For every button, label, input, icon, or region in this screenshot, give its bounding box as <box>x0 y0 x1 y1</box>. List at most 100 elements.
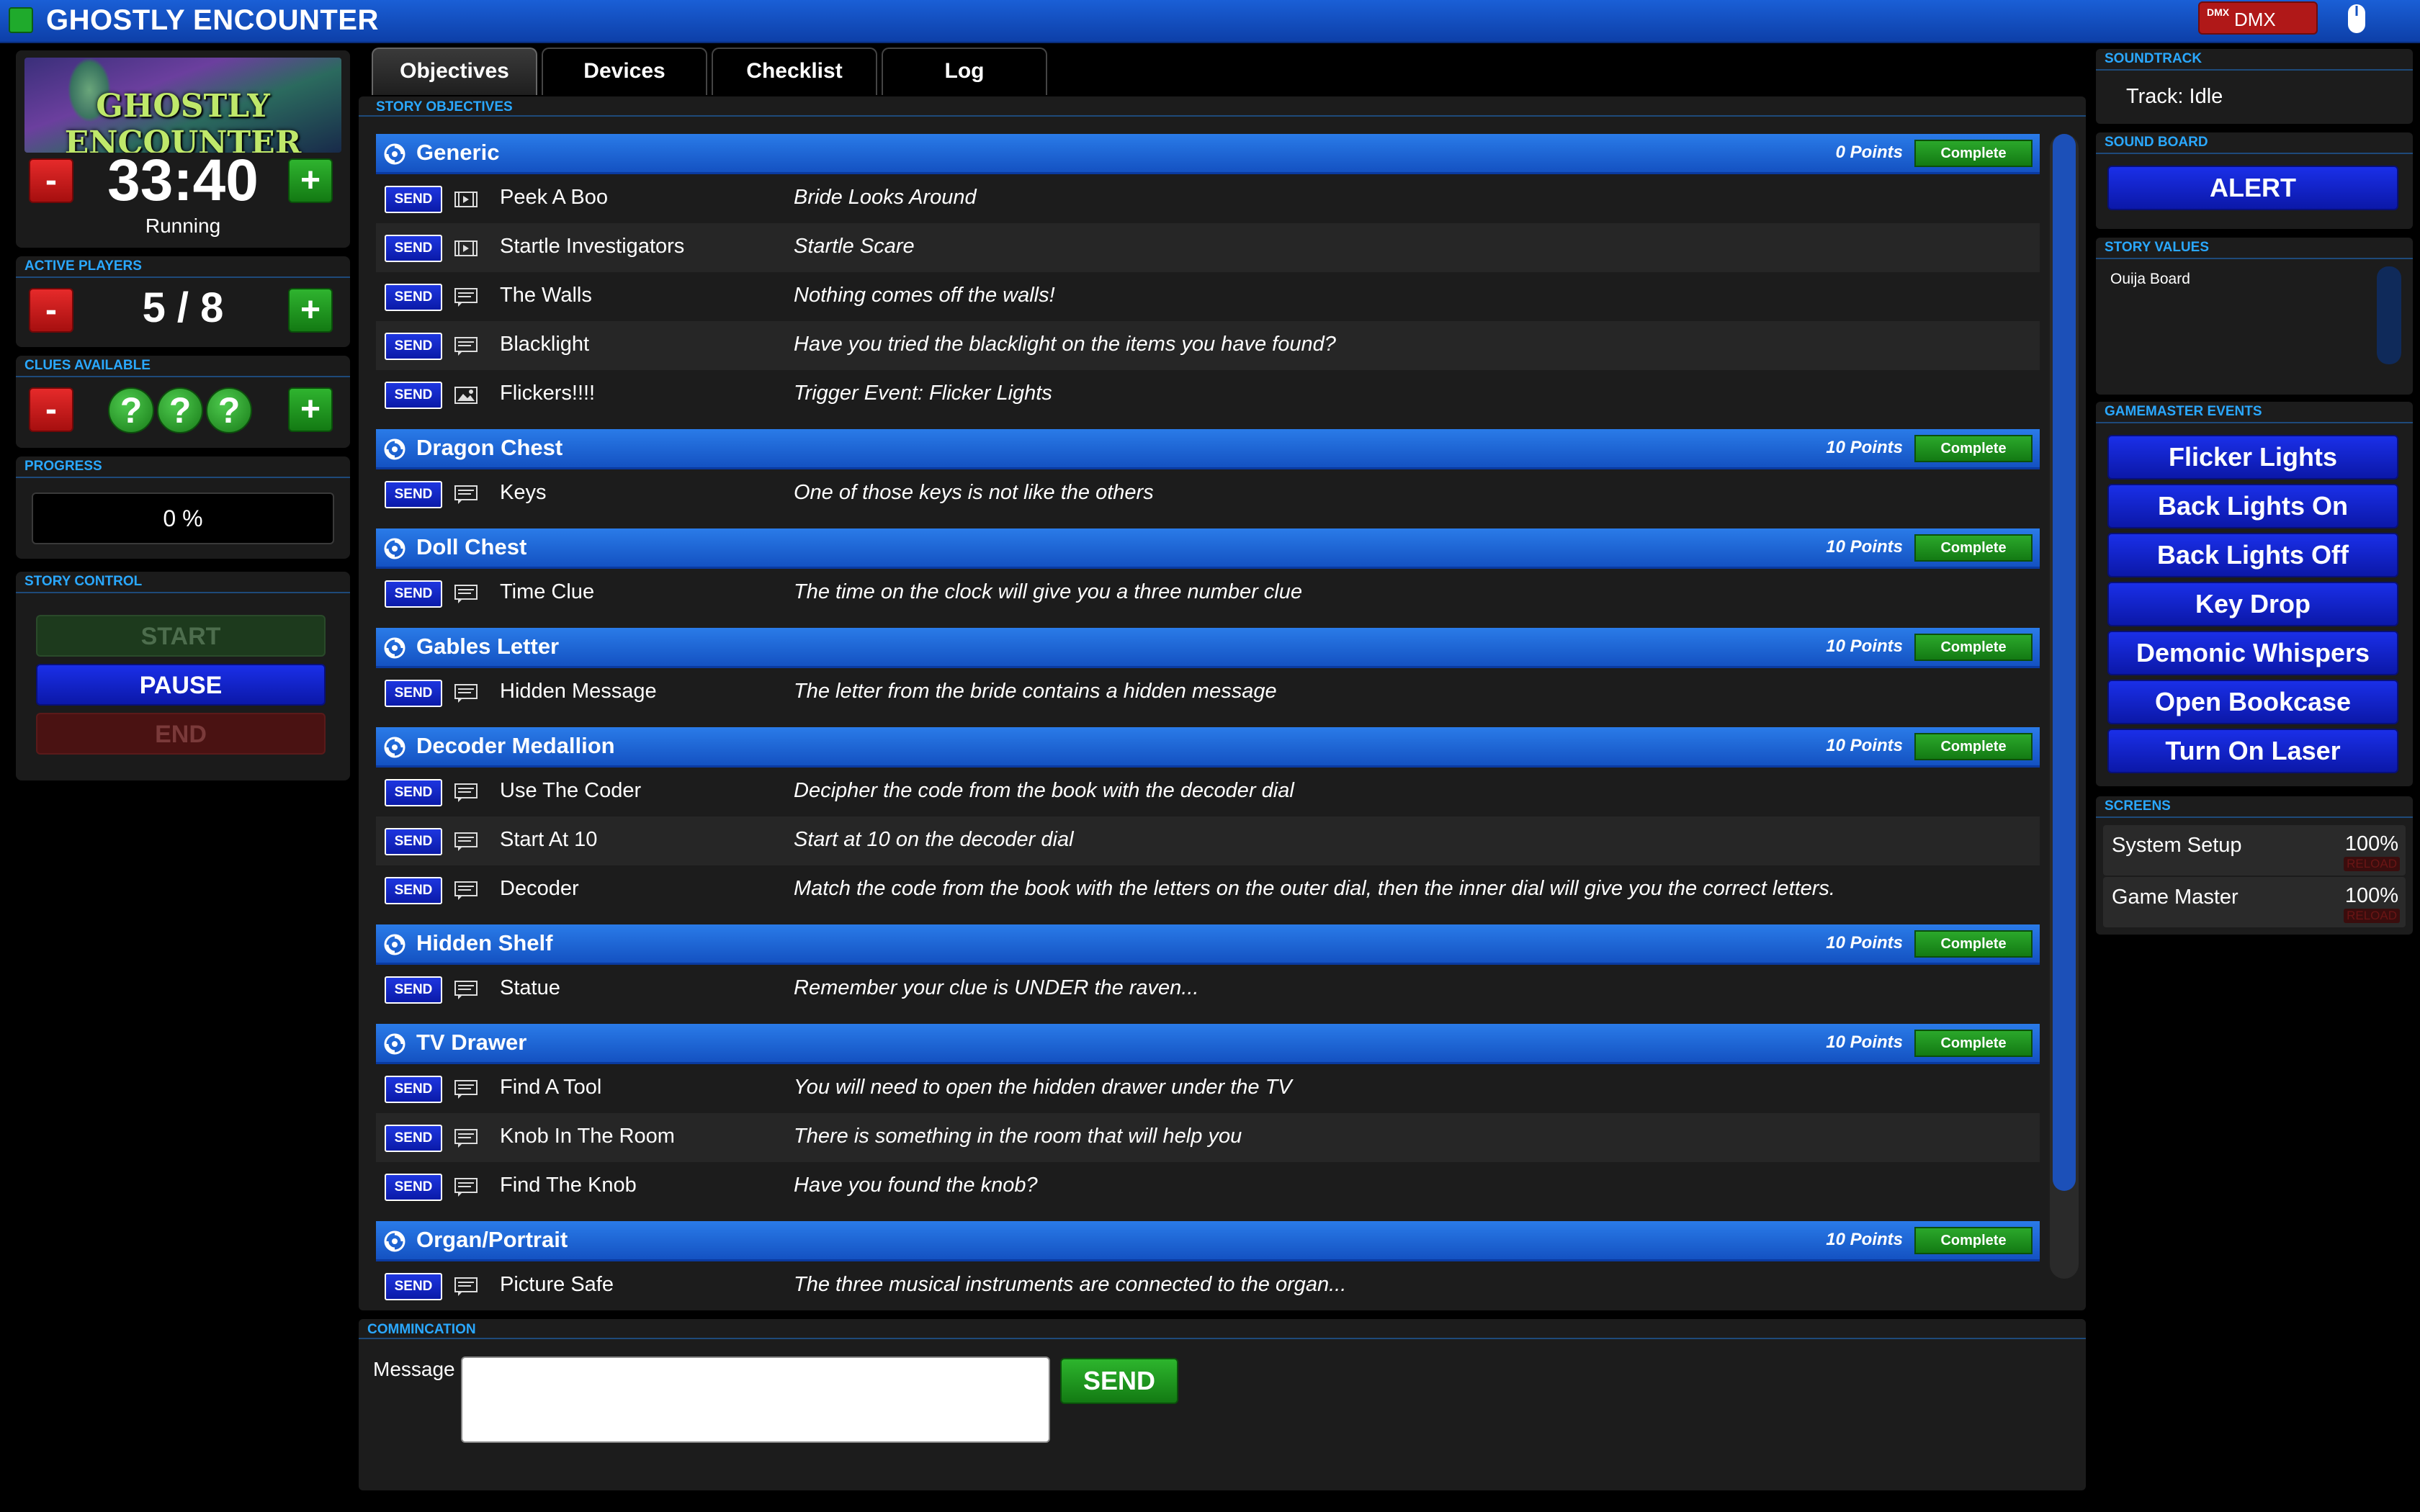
objective-send-button[interactable]: SEND <box>385 976 442 1004</box>
objective-row: SEND Knob In The Room There is something i… <box>376 1113 2040 1162</box>
complete-button[interactable]: Complete <box>1914 634 2033 661</box>
event-key-drop-button[interactable]: Key Drop <box>2107 582 2398 626</box>
complete-button[interactable]: Complete <box>1914 1030 2033 1057</box>
screen-percent: 100% <box>2344 832 2398 855</box>
objective-name: Decoder <box>500 877 579 900</box>
objective-send-button[interactable]: SEND <box>385 580 442 608</box>
message-send-button[interactable]: SEND <box>1060 1358 1178 1404</box>
objective-name: Hidden Message <box>500 680 657 703</box>
objective-name: Knob In The Room <box>500 1125 675 1148</box>
clues-minus-button[interactable]: - <box>29 387 73 432</box>
complete-button[interactable]: Complete <box>1914 140 2033 167</box>
tab-devices[interactable]: Devices <box>542 48 707 95</box>
timer-plus-button[interactable]: + <box>288 158 333 203</box>
objective-send-button[interactable]: SEND <box>385 1273 442 1300</box>
event-open-bookcase-button[interactable]: Open Bookcase <box>2107 680 2398 724</box>
message-icon <box>454 831 478 852</box>
objective-description: Bride Looks Around <box>794 186 977 209</box>
tab-checklist[interactable]: Checklist <box>712 48 877 95</box>
mouse-icon[interactable] <box>2342 1 2371 36</box>
objective-row: SEND Find A Tool You will need to open the… <box>376 1064 2040 1113</box>
message-icon <box>454 880 478 901</box>
objective-name: Find The Knob <box>500 1174 637 1197</box>
objective-send-button[interactable]: SEND <box>385 481 442 508</box>
end-button[interactable]: END <box>36 713 326 755</box>
objective-group-icon <box>383 736 406 759</box>
complete-button[interactable]: Complete <box>1914 435 2033 462</box>
objective-send-button[interactable]: SEND <box>385 779 442 806</box>
screen-reload-button[interactable]: RELOAD <box>2344 857 2400 871</box>
objective-group-points: 10 Points <box>1826 537 1903 557</box>
objectives-scrollbar[interactable] <box>2050 134 2079 1279</box>
progress-value: 0 % <box>32 492 334 544</box>
objective-send-button[interactable]: SEND <box>385 186 442 213</box>
story-values-panel: STORY VALUES Ouija Board <box>2096 238 2413 395</box>
objective-description: One of those keys is not like the others <box>794 481 1154 504</box>
objective-description: Startle Scare <box>794 235 915 258</box>
objective-send-button[interactable]: SEND <box>385 680 442 707</box>
story-values-scrollbar[interactable] <box>2377 266 2401 364</box>
objective-name: The Walls <box>500 284 592 307</box>
message-input[interactable] <box>461 1356 1050 1443</box>
objective-group-points: 10 Points <box>1826 933 1903 953</box>
objective-name: Picture Safe <box>500 1273 614 1296</box>
objective-send-button[interactable]: SEND <box>385 235 442 262</box>
objective-description: Start at 10 on the decoder dial <box>794 828 1074 851</box>
objective-group-icon <box>383 1230 406 1253</box>
message-icon <box>454 1079 478 1100</box>
message-icon <box>454 1176 478 1198</box>
objective-row: SEND Find The Knob Have you found the knob… <box>376 1162 2040 1211</box>
screen-reload-button[interactable]: RELOAD <box>2344 909 2400 923</box>
players-plus-button[interactable]: + <box>288 288 333 333</box>
objectives-scroll-thumb[interactable] <box>2053 134 2076 1191</box>
objective-group-icon <box>383 537 406 560</box>
objective-row: SEND The Walls Nothing comes off the walls… <box>376 272 2040 321</box>
event-back-lights-off-button[interactable]: Back Lights Off <box>2107 533 2398 577</box>
story-value-item: Ouija Board <box>2110 271 2190 287</box>
screen-percent: 100% <box>2344 884 2398 907</box>
objective-description: The letter from the bride contains a hid… <box>794 680 1277 703</box>
event-turn-on-laser-button[interactable]: Turn On Laser <box>2107 729 2398 773</box>
objective-send-button[interactable]: SEND <box>385 1125 442 1152</box>
objective-group-points: 10 Points <box>1826 1032 1903 1052</box>
objective-send-button[interactable]: SEND <box>385 1076 442 1103</box>
clues-plus-button[interactable]: + <box>288 387 333 432</box>
objective-row: SEND Keys One of those keys is not like th… <box>376 469 2040 518</box>
tab-objectives[interactable]: Objectives <box>372 48 537 95</box>
objective-row: SEND Flickers!!!! Trigger Event: Flicker L… <box>376 370 2040 419</box>
complete-button[interactable]: Complete <box>1914 733 2033 760</box>
event-demonic-whispers-button[interactable]: Demonic Whispers <box>2107 631 2398 675</box>
clues-header: CLUES AVAILABLE <box>16 356 350 377</box>
objective-send-button[interactable]: SEND <box>385 877 442 904</box>
message-label: Message <box>373 1358 455 1380</box>
objective-send-button[interactable]: SEND <box>385 1174 442 1201</box>
objective-send-button[interactable]: SEND <box>385 333 442 360</box>
complete-button[interactable]: Complete <box>1914 930 2033 958</box>
communication-header: COMMINCATION <box>359 1319 2086 1339</box>
objective-name: Blacklight <box>500 333 590 356</box>
progress-header: PROGRESS <box>16 456 350 478</box>
start-button[interactable]: START <box>36 615 326 657</box>
objective-group: TV Drawer 10 Points Complete SEND Find A Too… <box>376 1024 2040 1211</box>
objective-send-button[interactable]: SEND <box>385 382 442 409</box>
complete-button[interactable]: Complete <box>1914 1227 2033 1254</box>
pause-button[interactable]: PAUSE <box>36 664 326 706</box>
objective-send-button[interactable]: SEND <box>385 284 442 311</box>
dmx-button[interactable]: DMX DMX <box>2198 1 2318 35</box>
event-flicker-lights-button[interactable]: Flicker Lights <box>2107 435 2398 480</box>
clue-icon: ? <box>108 387 154 433</box>
event-back-lights-on-button[interactable]: Back Lights On <box>2107 484 2398 528</box>
communication-panel: COMMINCATION Message SEND <box>359 1319 2086 1490</box>
objective-group-title: Gables Letter <box>416 634 560 659</box>
alert-button[interactable]: ALERT <box>2107 166 2398 210</box>
objective-group-header: TV Drawer 10 Points Complete <box>376 1024 2040 1064</box>
objective-group-icon <box>383 1032 406 1056</box>
objective-row: SEND Picture Safe The three musical instru… <box>376 1261 2040 1310</box>
objective-send-button[interactable]: SEND <box>385 828 442 855</box>
complete-button[interactable]: Complete <box>1914 534 2033 562</box>
soundtrack-panel: SOUNDTRACK Track: Idle <box>2096 49 2413 124</box>
objective-name: Find A Tool <box>500 1076 602 1099</box>
tab-log[interactable]: Log <box>882 48 1047 95</box>
objective-group-header: Dragon Chest 10 Points Complete <box>376 429 2040 469</box>
objective-description: The three musical instruments are connec… <box>794 1273 1347 1296</box>
